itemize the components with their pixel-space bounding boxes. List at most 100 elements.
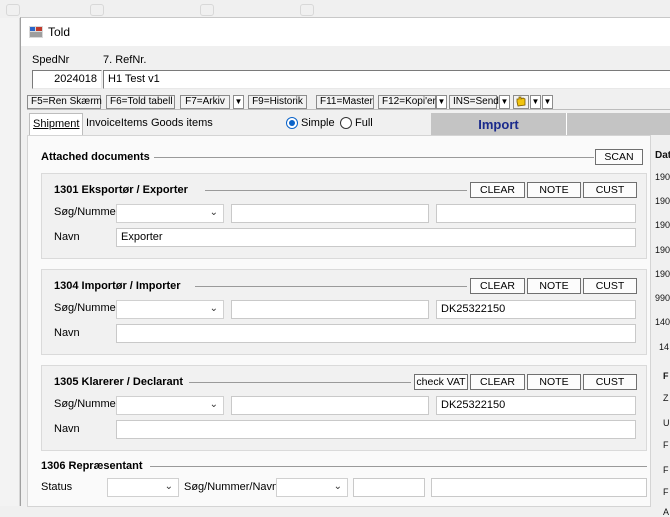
chevron-down-icon: ⌄ [164,481,173,492]
full-radio[interactable] [340,117,352,129]
exporter-name-field[interactable]: Exporter [116,228,636,247]
copy-dropdown-icon[interactable]: ▼ [436,95,447,109]
representative-status-select[interactable]: ⌄ [107,478,179,497]
chevron-down-icon: ⌄ [209,399,218,410]
right-value: 190 [655,172,670,182]
background-toolbar [0,0,670,18]
right-column-header: Dat [655,150,670,161]
importer-name-field[interactable] [116,324,636,343]
declarant-vat-field[interactable]: DK25322150 [436,396,636,415]
function-key-bar: F5=Ren Skærm F6=Told tabell F7=Arkiv ▼ F… [27,94,670,110]
tab-shipment[interactable]: Shipment [29,113,84,135]
right-value: 990 [655,293,670,303]
importer-title: 1304 Importør / Importer [54,280,181,292]
importer-clear-button[interactable]: CLEAR [470,278,525,294]
exporter-number-field[interactable] [231,204,429,223]
divider [154,157,594,158]
representative-search-label: Søg/Nummer/Navn [184,481,279,493]
divider [195,286,467,287]
exporter-search-select[interactable]: ⌄ [116,204,224,223]
declarant-name-field[interactable] [116,420,636,439]
right-letter: F [663,465,669,475]
scan-button[interactable]: SCAN [595,149,643,165]
representative-search-select[interactable]: ⌄ [276,478,348,497]
representative-name-field[interactable] [431,478,647,497]
send-dropdown-icon[interactable]: ▼ [499,95,510,109]
exporter-clear-button[interactable]: CLEAR [470,182,525,198]
right-value: 14 [659,342,670,352]
importer-panel: 1304 Importør / Importer CLEAR NOTE CUST… [41,269,647,355]
fkey-master[interactable]: F11=Master [316,95,374,109]
right-letter: F [663,440,669,450]
sped-label: SpedNr [32,54,70,66]
importer-number-field[interactable] [231,300,429,319]
divider [189,382,411,383]
window-title: Told [48,25,71,39]
fkey-send[interactable]: INS=Send [449,95,499,109]
chevron-down-icon: ⌄ [209,303,218,314]
importer-note-button[interactable]: NOTE [527,278,581,294]
right-letter: F [663,487,669,497]
divider [150,466,647,467]
simple-radio[interactable] [286,117,298,129]
shipment-content: Attached documents SCAN 1301 Eksportør /… [27,135,651,507]
app-icon [29,26,43,38]
right-letter: F [663,371,669,381]
right-value: 190 [655,269,670,279]
representative-title: 1306 Repræsentant [41,460,143,472]
right-letter: A [663,507,670,517]
declarant-cust-button[interactable]: CUST [583,374,637,390]
exporter-panel: 1301 Eksportør / Exporter CLEAR NOTE CUS… [41,173,647,259]
tab-invoice-items[interactable]: InvoiceItems [83,117,151,129]
declarant-title: 1305 Klarerer / Declarant [54,376,184,388]
hand-dropdown-icon[interactable]: ▼ [530,95,541,109]
declarant-search-label: Søg/Nummer [54,398,120,410]
exporter-cust-button[interactable]: CUST [583,182,637,198]
fkey-history[interactable]: F9=Historik [248,95,307,109]
right-value: 190 [655,245,670,255]
declarant-note-button[interactable]: NOTE [527,374,581,390]
exporter-name-label: Navn [54,231,80,243]
fkey-archive[interactable]: F7=Arkiv [180,95,230,109]
declarant-clear-button[interactable]: CLEAR [470,374,525,390]
told-window: Told SpedNr 7. RefNr. 2024018 H1 Test v1… [20,17,670,517]
full-label: Full [355,117,373,129]
toolbar-icon [90,4,104,16]
fkey-customs-table[interactable]: F6=Told tabell [106,95,175,109]
fkey-copy[interactable]: F12=Kopi'er [378,95,436,109]
simple-label: Simple [301,117,335,129]
importer-cust-button[interactable]: CUST [583,278,637,294]
check-vat-button[interactable]: check VAT [414,374,468,390]
importer-vat-field[interactable]: DK25322150 [436,300,636,319]
extra-dropdown-icon[interactable]: ▼ [542,95,553,109]
import-button[interactable]: Import [431,113,567,137]
right-letter: U [663,418,670,428]
declarant-search-select[interactable]: ⌄ [116,396,224,415]
ref-number-field[interactable]: H1 Test v1 [103,70,670,89]
sped-number-field[interactable]: 2024018 [32,70,102,89]
attached-documents-title: Attached documents [41,151,150,163]
exporter-note-button[interactable]: NOTE [527,182,581,198]
right-letter: Z [663,393,669,403]
chevron-down-icon: ⌄ [333,481,342,492]
exporter-vat-field[interactable] [436,204,636,223]
toolbar-icon [200,4,214,16]
importer-search-select[interactable]: ⌄ [116,300,224,319]
right-column: Dat 190 190 190 190 190 990 140 14 F Z U… [651,135,670,517]
archive-dropdown-icon[interactable]: ▼ [233,95,244,109]
right-value: 190 [655,220,670,230]
ref-label: 7. RefNr. [103,54,147,66]
hand-icon[interactable] [513,95,529,109]
importer-name-label: Navn [54,327,80,339]
fkey-clear-screen[interactable]: F5=Ren Skærm [27,95,102,109]
declarant-number-field[interactable] [231,396,429,415]
title-bar: Told [21,18,670,46]
representative-number-field[interactable] [353,478,425,497]
exporter-title: 1301 Eksportør / Exporter [54,184,188,196]
background-sidebar [0,18,20,506]
declarant-name-label: Navn [54,423,80,435]
clipboard-icon [6,4,20,16]
chevron-down-icon: ⌄ [209,207,218,218]
right-value: 190 [655,196,670,206]
tab-goods-items[interactable]: Goods items [148,117,216,129]
